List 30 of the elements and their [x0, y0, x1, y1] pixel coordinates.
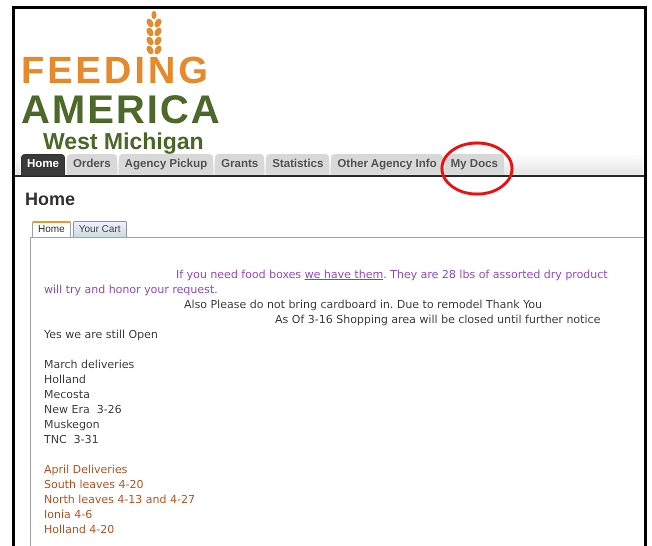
content-line: Yes we are still Open: [44, 328, 158, 341]
content-line: As Of 3-16 Shopping area will be closed until further notice: [275, 313, 600, 326]
notice-text: If you need food boxes we have them. They are 28 lbs of assorted dry product: [176, 268, 608, 281]
content-line: Holland 4-20: [44, 523, 114, 536]
content-line: TNC 3-31: [44, 433, 99, 446]
nav-tab[interactable]: Orders: [66, 154, 117, 175]
content-line: Ionia 4-6: [44, 508, 92, 521]
nav-tab[interactable]: Statistics: [266, 154, 330, 175]
logo-wordmark: AMERICA: [21, 91, 222, 129]
nav-tab[interactable]: Home: [21, 154, 65, 175]
page-title: Home: [25, 188, 76, 211]
content-line: Muskegon: [44, 418, 100, 431]
content-line: South leaves 4-20: [44, 478, 144, 491]
nav-tab[interactable]: Other Agency Info: [331, 154, 443, 175]
content-line: North leaves 4-13 and 4-27: [44, 493, 195, 506]
boxes-link[interactable]: we have them: [304, 268, 384, 281]
nav-tab[interactable]: My Docs: [444, 154, 504, 175]
content-tab[interactable]: Your Cart: [72, 221, 127, 237]
content-line: New Era 3-26: [44, 403, 122, 416]
content-line: April Deliveries: [44, 463, 128, 476]
nav-tab[interactable]: Grants: [215, 154, 264, 175]
content-line: March deliveries: [44, 358, 134, 371]
content-line: will try and honor your request.: [44, 283, 218, 296]
content-line: Also Please do not bring cardboard in. Due to remodel Thank You: [184, 298, 542, 311]
nav-tab[interactable]: Agency Pickup: [118, 154, 214, 175]
content-line: Mecosta: [44, 388, 90, 401]
content-tab[interactable]: Home: [32, 221, 71, 237]
logo-wordmark: FEEDING: [21, 51, 211, 91]
logo-subtitle: West Michigan: [42, 129, 204, 153]
content-line: Holland: [44, 373, 86, 386]
